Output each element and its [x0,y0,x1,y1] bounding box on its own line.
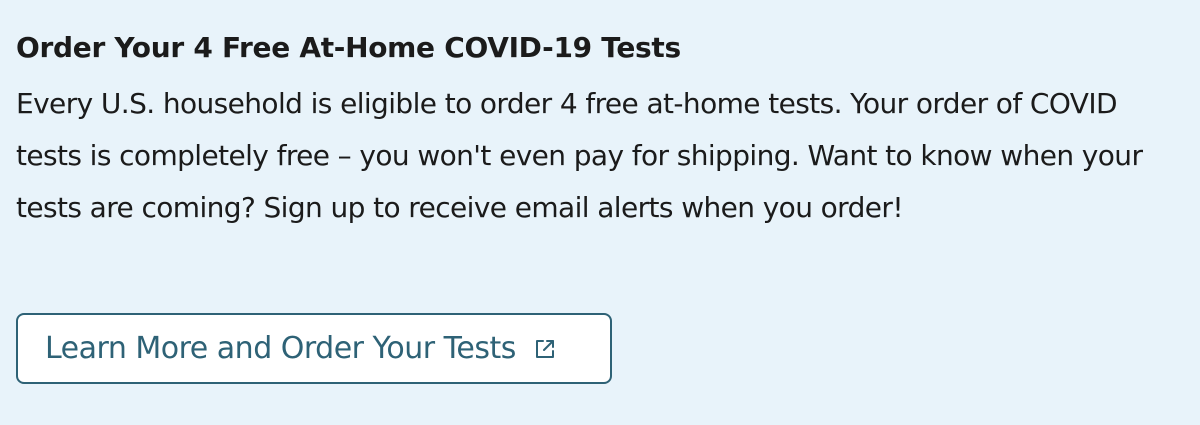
learn-more-order-button[interactable]: Learn More and Order Your Tests [16,313,612,384]
external-link-icon [534,338,556,360]
button-label: Learn More and Order Your Tests [45,331,516,366]
card-title: Order Your 4 Free At-Home COVID-19 Tests [16,31,681,64]
covid-tests-card: Order Your 4 Free At-Home COVID-19 Tests… [0,0,1200,425]
card-description: Every U.S. household is eligible to orde… [16,87,1143,224]
